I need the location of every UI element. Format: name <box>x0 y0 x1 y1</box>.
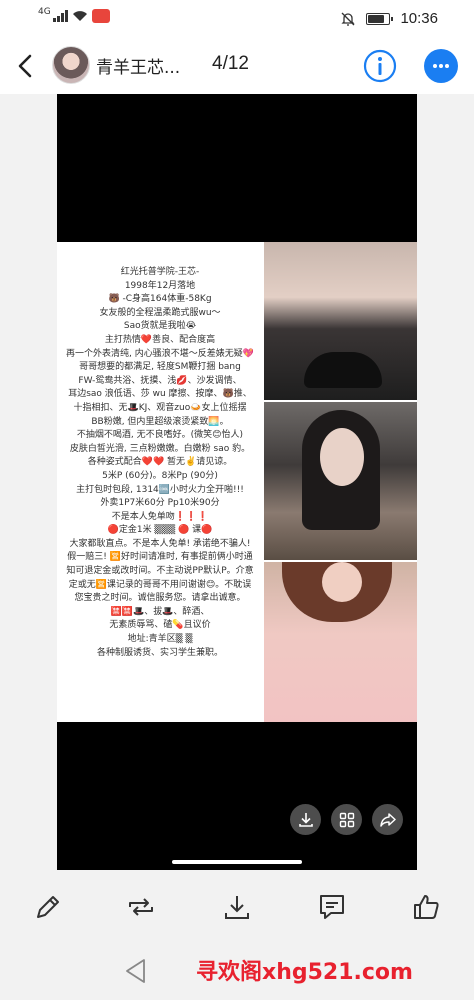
poster-text: 红光托普学院-王芯- 1998年12月落地 🐻 -C身高164体重-58Kg 女… <box>57 242 263 660</box>
like-icon[interactable] <box>411 892 441 922</box>
bottom-toolbar <box>0 870 474 942</box>
poster-line: 哥哥想要的都满足, 轻度SM鞭打捆 bang <box>79 362 241 373</box>
poster-line: 🈲🈲🎩、拔🎩、醉酒、 <box>110 606 210 617</box>
app-notification-icon <box>91 9 110 23</box>
repost-icon[interactable] <box>126 892 156 922</box>
poster-image: 红光托普学院-王芯- 1998年12月落地 🐻 -C身高164体重-58Kg 女… <box>57 242 417 722</box>
share-image-button[interactable] <box>372 804 403 835</box>
status-left: 4G <box>38 7 110 23</box>
poster-line: 红光托普学院-王芯- <box>120 267 200 277</box>
header: 青羊王芯... 4/12 <box>0 38 474 94</box>
poster-line: 外卖1P7米60分 Pp10米90分 <box>100 498 220 509</box>
clock: 10:36 <box>400 10 438 27</box>
photo-middle <box>264 402 417 560</box>
poster-line: 假一赔三! 🈺好时间请准时, 有事提前俩小时通 <box>67 552 253 563</box>
poster-line: 1998年12月落地 <box>124 280 196 291</box>
poster-line: 无素质辱骂、磕💊且议价 <box>109 620 211 631</box>
viewer-actions <box>290 804 403 835</box>
poster-line: 5米P (60分)。8米Pp (90分) <box>102 470 218 481</box>
poster-line: 再一个外表清纯, 内心骚浪不堪～反差婊无疑💖 <box>66 348 254 359</box>
navigation-bar: 寻欢阁xhg521.com <box>0 942 474 1000</box>
status-right: 10:36 <box>340 10 438 27</box>
home-indicator[interactable] <box>172 860 302 864</box>
mute-bell-icon <box>341 12 356 26</box>
download-icon <box>298 812 313 827</box>
poster-line: 各种姿式配合❤️❤️ 暂无✌️请见谅。 <box>87 457 233 468</box>
wifi-icon <box>72 11 87 21</box>
watermark: 寻欢阁xhg521.com <box>196 960 413 985</box>
info-icon[interactable] <box>363 49 397 83</box>
poster-line: 定或无🈺课记录的哥哥不用问谢谢😊。不耽误 <box>68 579 252 590</box>
grid-icon <box>339 812 354 827</box>
network-type: 4G <box>38 7 51 17</box>
battery-icon <box>366 12 394 25</box>
signal-icon <box>52 10 68 22</box>
poster-line: 地址:青羊区▒ ▒ <box>127 634 193 645</box>
poster-line: 各种制服诱货、实习学生兼职。 <box>96 647 223 658</box>
poster-line: 耳边sao 浪低语、莎 wu 摩擦、按摩、🐻推、 <box>68 389 252 400</box>
poster-line: FW-鸳鸯共浴、抚摸、浅💋、沙发调情、 <box>78 375 242 386</box>
poster-line: BB粉嫩, 但内里超级滚烫紧致🌅。 <box>91 416 229 427</box>
poster-line: 🐻 -C身高164体重-58Kg <box>108 294 212 305</box>
poster-line: Sao货就是我啦😭 <box>123 321 197 332</box>
avatar[interactable] <box>52 46 90 84</box>
user-name[interactable]: 青羊王芯... <box>96 53 192 78</box>
poster-line: 知可退定金或改时间。不主动说PP默认P。介意 <box>66 566 254 577</box>
grid-view-button[interactable] <box>331 804 362 835</box>
poster-line: 主打热情❤️善良、配合度高 <box>104 334 216 345</box>
back-arrow-icon[interactable] <box>12 52 40 80</box>
edit-icon[interactable] <box>33 892 63 922</box>
poster-line: 🔴定金1米 ▒▒▒ 🔴 课🔴 <box>107 525 213 536</box>
share-icon <box>379 812 396 827</box>
poster-line: 皮肤白皙光滑, 三点粉嫩嫩。白嫩粉 sao 豹。 <box>69 443 251 454</box>
comment-icon[interactable] <box>317 892 347 922</box>
photo-top <box>264 242 417 400</box>
poster-line: 大家都耿直点。不是本人免单! 承诺绝不骗人! <box>69 538 251 549</box>
poster-line: 您宝贵之时间。诚信服务您。请拿出诚意。 <box>74 593 246 604</box>
poster-line: 女友般的全程温柔跪式服wu～ <box>99 307 221 318</box>
photo-bottom <box>264 562 417 722</box>
image-counter: 4/12 <box>212 53 249 74</box>
download-icon[interactable] <box>222 892 252 922</box>
poster-line: 主打包时包段, 1314🆒小时火力全开啪!!! <box>76 484 244 495</box>
nav-back-icon[interactable] <box>124 958 148 984</box>
poster-line: 不抽烟不喝酒, 无不良嗜好。(微笑😊怡人) <box>76 430 244 441</box>
download-image-button[interactable] <box>290 804 321 835</box>
poster-line: 不是本人免单吻❗❗❗ <box>111 511 209 522</box>
more-options-button[interactable] <box>424 49 458 83</box>
poster-line: 十指相扣、无🎩KJ、观音zuo🍛女上位摇摆 <box>73 402 247 413</box>
status-bar: 4G 10:36 <box>0 0 474 38</box>
